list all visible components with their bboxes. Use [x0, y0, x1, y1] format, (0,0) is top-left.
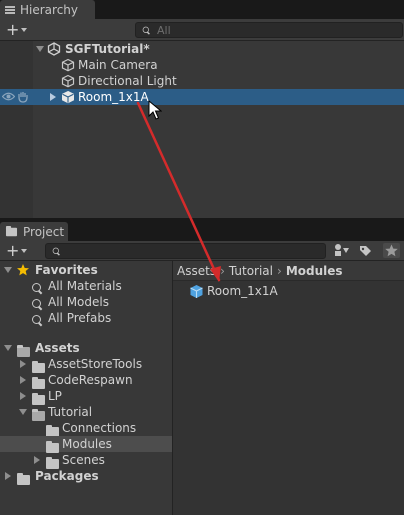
hierarchy-item-main-camera[interactable]: Main Camera [0, 57, 404, 73]
project-folder-tree: Favorites All Materials All Models All P… [0, 261, 172, 515]
tab-hierarchy-label: Hierarchy [20, 2, 79, 17]
search-icon [142, 26, 151, 34]
plus-icon: + [6, 20, 20, 39]
scene-name: SGFTutorial* [65, 42, 150, 56]
hierarchy-item-label: Main Camera [78, 58, 158, 72]
expand-arrow-icon[interactable] [4, 267, 12, 273]
packages-label: Packages [35, 469, 99, 483]
breadcrumb-item-current[interactable]: Modules [286, 264, 343, 278]
folder-icon [17, 473, 30, 485]
hierarchy-search-input[interactable]: All [135, 22, 403, 38]
favorites-label: Favorites [35, 263, 98, 277]
folder-label: Modules [62, 437, 112, 451]
expand-arrow-icon[interactable] [34, 456, 40, 464]
gameobject-cube-icon [61, 74, 75, 88]
asset-file-label: Room_1x1A [207, 284, 278, 298]
expand-arrow-icon[interactable] [5, 472, 11, 480]
tag-icon [360, 246, 371, 256]
assets-header[interactable]: Assets [0, 340, 172, 357]
project-tabstrip: Project [0, 222, 404, 241]
expand-arrow-icon[interactable] [20, 376, 26, 384]
chevron-down-icon [21, 27, 28, 32]
breadcrumb: Assets › Tutorial › Modules [173, 261, 404, 281]
favorite-item-label: All Prefabs [48, 311, 112, 325]
project-content-area: Assets › Tutorial › Modules Room_1x1A [173, 261, 404, 515]
hierarchy-item-label: Directional Light [78, 74, 177, 88]
expand-arrow-icon[interactable] [19, 409, 27, 415]
breadcrumb-item[interactable]: Assets [177, 264, 216, 278]
expand-arrow-icon[interactable] [20, 392, 26, 400]
expand-arrow-icon[interactable] [36, 46, 44, 52]
favorite-item[interactable]: All Prefabs [0, 310, 172, 326]
project-search-input[interactable] [45, 243, 326, 259]
folder-label: Scenes [62, 453, 105, 467]
folder-icon [5, 225, 18, 236]
prefab-cube-icon [190, 285, 203, 298]
folder-label: Tutorial [48, 405, 93, 419]
asset-file-item[interactable]: Room_1x1A [187, 283, 337, 299]
folder-item[interactable]: LP [0, 388, 172, 405]
packages-header[interactable]: Packages [0, 468, 172, 485]
hamburger-icon [5, 5, 15, 14]
search-icon [32, 314, 43, 326]
search-by-label-button[interactable] [358, 243, 373, 258]
hierarchy-panel: SGFTutorial* Main Camera Directional Lig… [0, 41, 404, 218]
gameobject-cube-icon [61, 58, 75, 72]
folder-item[interactable]: CodeRespawn [0, 372, 172, 389]
create-dropdown-button[interactable]: + [6, 20, 28, 39]
project-toolbar: + [0, 241, 404, 261]
folder-item[interactable]: AssetStoreTools [0, 356, 172, 373]
favorite-item-label: All Models [48, 295, 109, 309]
star-icon [385, 244, 398, 257]
unity-scene-icon [47, 42, 61, 56]
folder-label: AssetStoreTools [48, 357, 143, 371]
breadcrumb-item[interactable]: Tutorial [229, 264, 273, 278]
folder-label: Connections [62, 421, 137, 435]
search-icon [32, 298, 43, 310]
expand-arrow-icon[interactable] [4, 345, 12, 351]
expand-arrow-icon[interactable] [50, 93, 56, 101]
hierarchy-item-room-1x1a[interactable]: Room_1x1A [0, 89, 404, 105]
folder-label: CodeRespawn [48, 373, 133, 387]
search-by-type-icon [335, 244, 349, 256]
favorites-header[interactable]: Favorites [0, 262, 172, 278]
favorite-item[interactable]: All Models [0, 294, 172, 310]
tab-project[interactable]: Project [0, 222, 68, 241]
folder-item[interactable]: Scenes [0, 452, 172, 469]
tab-hierarchy[interactable]: Hierarchy [0, 0, 95, 19]
breadcrumb-separator-icon: › [220, 263, 225, 278]
hierarchy-tabstrip: Hierarchy [0, 0, 404, 19]
hierarchy-item-directional-light[interactable]: Directional Light [0, 73, 404, 89]
favorite-item-label: All Materials [48, 279, 122, 293]
search-by-type-button[interactable] [333, 243, 350, 258]
favorite-item[interactable]: All Materials [0, 278, 172, 294]
folder-item-tutorial[interactable]: Tutorial [0, 404, 172, 421]
folder-item-modules-selected[interactable]: Modules [0, 436, 172, 453]
folder-label: LP [48, 389, 62, 403]
breadcrumb-separator-icon: › [277, 263, 282, 278]
scene-row[interactable]: SGFTutorial* [0, 41, 404, 57]
pickable-hand-icon[interactable] [17, 91, 29, 103]
prefab-cube-icon [62, 90, 74, 104]
chevron-down-icon [21, 248, 28, 253]
star-icon [17, 264, 29, 276]
visibility-eye-icon[interactable] [1, 91, 16, 102]
hierarchy-toolbar: + All [0, 19, 404, 41]
plus-icon: + [6, 241, 20, 260]
hierarchy-item-label: Room_1x1A [78, 90, 149, 104]
assets-label: Assets [35, 341, 80, 355]
create-asset-dropdown-button[interactable]: + [6, 241, 28, 260]
tab-project-label: Project [23, 224, 65, 239]
search-icon [32, 282, 43, 294]
folder-item[interactable]: Connections [0, 420, 172, 437]
search-icon [52, 247, 61, 255]
expand-arrow-icon[interactable] [20, 360, 26, 368]
hierarchy-search-placeholder: All [157, 23, 171, 37]
favorites-toggle-button[interactable] [383, 243, 400, 258]
